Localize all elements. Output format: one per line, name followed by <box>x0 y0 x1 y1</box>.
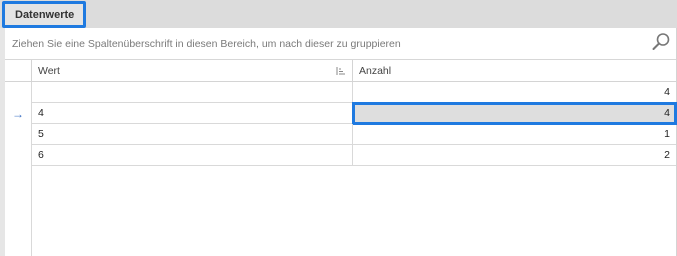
column-header-anzahl[interactable]: Anzahl <box>353 60 676 82</box>
table-row[interactable]: 5 1 <box>5 124 676 145</box>
arrow-right-icon: → <box>12 106 24 121</box>
cell-anzahl-focused[interactable]: 4 <box>352 102 677 125</box>
row-indicator-header <box>5 60 32 82</box>
tab-datenwerte[interactable]: Datenwerte <box>2 1 86 28</box>
column-header-anzahl-label: Anzahl <box>359 64 392 77</box>
table-row[interactable]: 6 2 <box>5 145 676 166</box>
row-indicator <box>5 82 32 103</box>
tab-strip: Datenwerte <box>0 0 677 28</box>
column-header-wert[interactable]: Wert <box>32 60 353 82</box>
cell-anzahl[interactable]: 4 <box>353 82 676 103</box>
cell-wert[interactable]: 4 <box>32 103 353 124</box>
cell-anzahl[interactable]: 2 <box>353 145 676 166</box>
cell-wert[interactable]: 6 <box>32 145 353 166</box>
cell-wert[interactable]: 5 <box>32 124 353 145</box>
cell-anzahl[interactable]: 1 <box>353 124 676 145</box>
table-row[interactable]: 4 <box>5 82 676 103</box>
row-indicator <box>5 145 32 166</box>
search-icon[interactable] <box>651 32 671 52</box>
group-by-panel[interactable]: Ziehen Sie eine Spaltenüberschrift in di… <box>5 28 676 60</box>
table-row[interactable]: → 4 4 <box>5 102 677 125</box>
sort-icon[interactable] <box>336 66 346 76</box>
cell-wert[interactable] <box>32 82 353 103</box>
row-indicator: → <box>5 103 32 124</box>
grid-panel: Ziehen Sie eine Spaltenüberschrift in di… <box>0 28 677 256</box>
column-header-wert-label: Wert <box>38 64 60 77</box>
group-by-hint: Ziehen Sie eine Spaltenüberschrift in di… <box>12 38 401 50</box>
row-indicator <box>5 124 32 145</box>
